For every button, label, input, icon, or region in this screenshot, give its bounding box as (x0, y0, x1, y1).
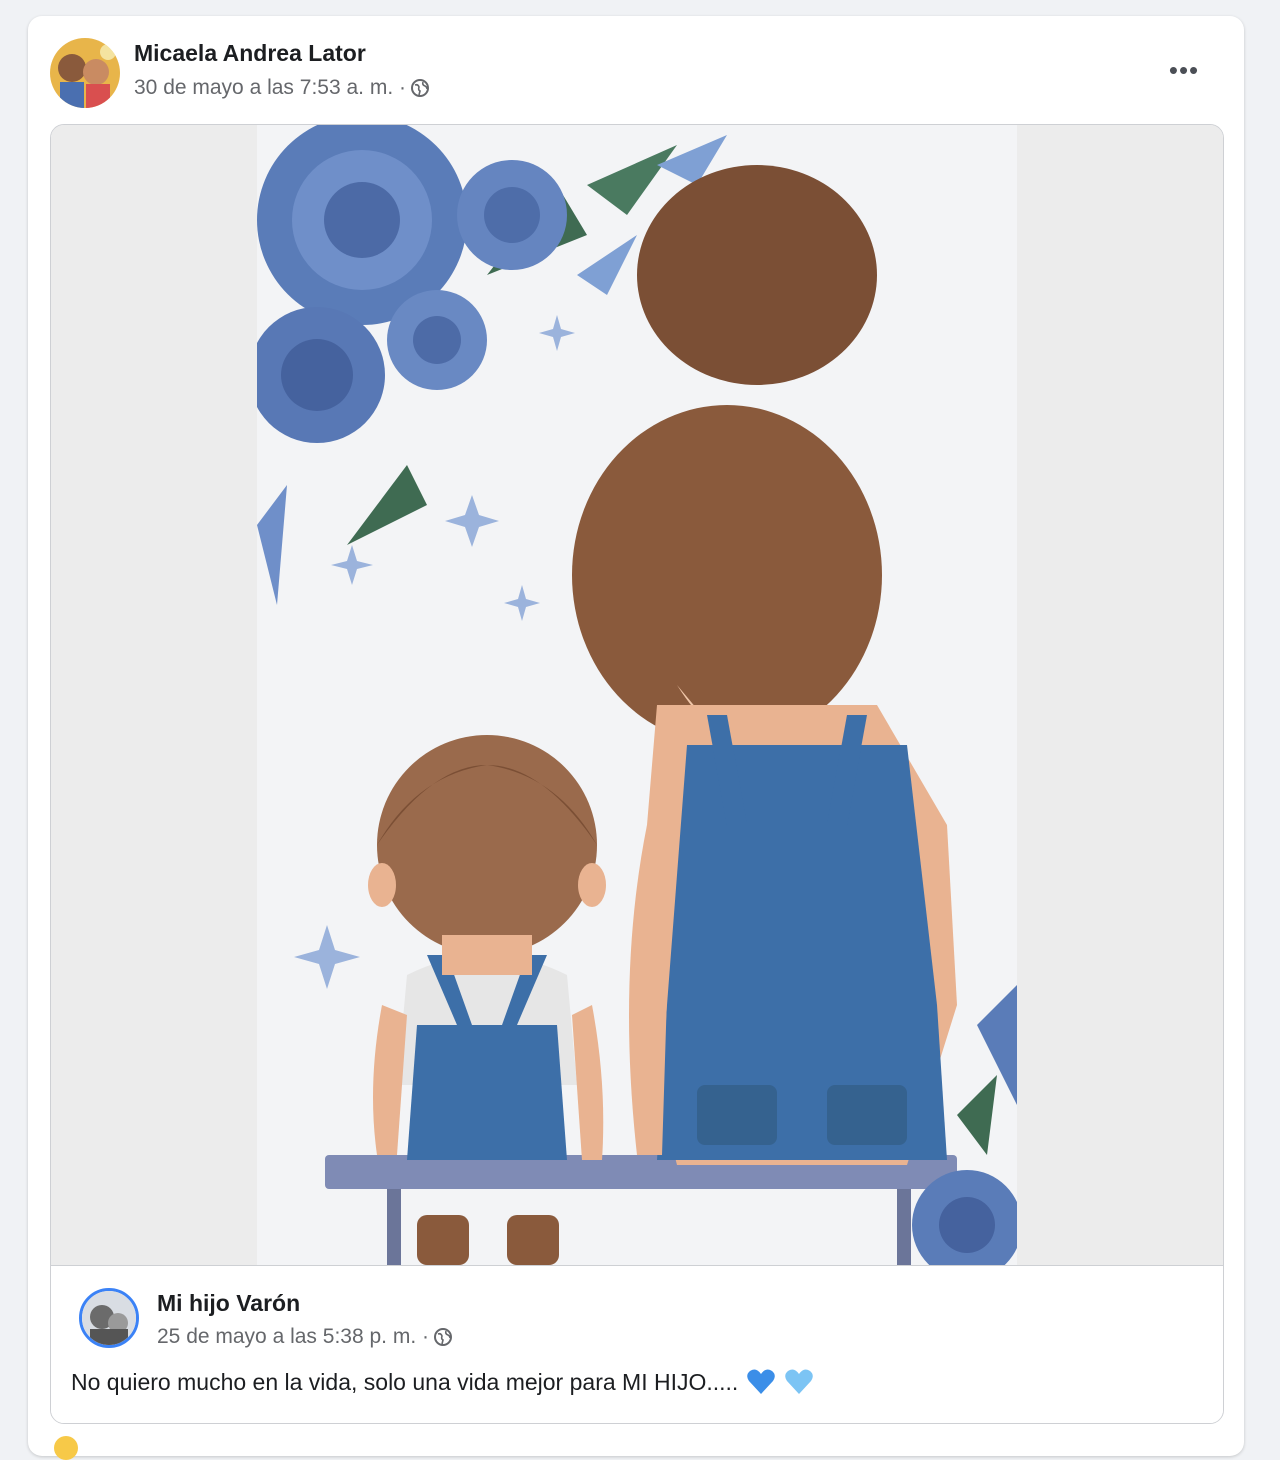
shared-post-frame[interactable]: Mi hijo Varón 25 de mayo a las 5:38 p. m… (50, 124, 1224, 1424)
shared-post-text: No quiero mucho en la vida, solo una vid… (71, 1368, 739, 1395)
shared-post-text-row: No quiero mucho en la vida, solo una vid… (71, 1368, 814, 1396)
shared-timestamp[interactable]: 25 de mayo a las 5:38 p. m. · (157, 1325, 429, 1349)
author-name[interactable]: Micaela Andrea Lator (134, 40, 366, 67)
globe-icon (433, 1327, 453, 1347)
post-timestamp-row: 30 de mayo a las 7:53 a. m. · (134, 76, 430, 100)
shared-timestamp-row: 25 de mayo a las 5:38 p. m. · (157, 1325, 453, 1349)
more-options-icon[interactable]: ••• (1164, 52, 1204, 88)
globe-icon (410, 78, 430, 98)
post-timestamp[interactable]: 30 de mayo a las 7:53 a. m. · (134, 76, 406, 100)
shared-author-name[interactable]: Mi hijo Varón (157, 1290, 300, 1317)
shared-post-info: Mi hijo Varón 25 de mayo a las 5:38 p. m… (51, 1266, 1223, 1423)
post-card: Micaela Andrea Lator 30 de mayo a las 7:… (28, 16, 1244, 1460)
shared-author-avatar[interactable] (79, 1288, 139, 1348)
post-image[interactable] (257, 125, 1017, 1265)
reaction-emoji-icon (54, 1436, 78, 1460)
blue-heart-icon (746, 1368, 776, 1396)
author-avatar[interactable] (50, 38, 120, 108)
light-blue-heart-icon (784, 1368, 814, 1396)
media-area (51, 125, 1223, 1266)
